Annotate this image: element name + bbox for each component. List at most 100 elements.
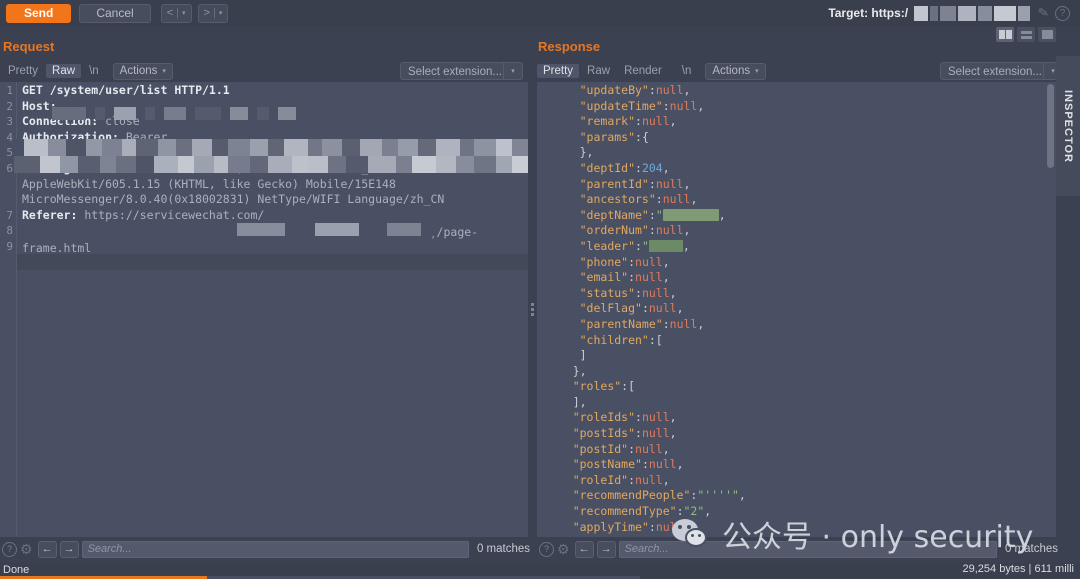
code-token: :{ (635, 129, 649, 144)
status-bar: Done 29,254 bytes | 611 milli (0, 563, 1080, 579)
response-tab-raw[interactable]: Raw (581, 64, 616, 78)
code-token: "roleId" (572, 472, 629, 487)
response-extension-value[interactable]: Select extension... (940, 62, 1043, 80)
code-token: , (682, 238, 690, 253)
request-extension-selector[interactable]: Select extension... ▾ (400, 62, 523, 80)
code-token: : (648, 176, 656, 191)
code-token: "updateTime" (579, 98, 663, 113)
response-tab-newline[interactable]: \n (676, 64, 698, 78)
code-token: , (683, 83, 691, 97)
request-editor[interactable]: 123456789 GET /system/user/list HTTP/1.1… (0, 82, 528, 537)
token-pixelation (14, 139, 528, 173)
response-code-line: "deptId":204, (545, 161, 1056, 177)
edit-target-icon[interactable]: ✎ (1037, 4, 1051, 22)
code-token: , (662, 472, 670, 487)
request-line-number (0, 192, 16, 208)
inspector-panel-tab[interactable]: INSPECTOR (1056, 56, 1080, 196)
response-view-tabs: Pretty Raw Render \n Actions ▾ (537, 62, 766, 80)
code-token: : (648, 519, 656, 534)
status-right-text: 29,254 bytes | 611 milli (962, 563, 1075, 575)
response-code-line: ] (545, 348, 1056, 364)
request-line-number: 7 (6, 208, 13, 222)
response-tab-pretty[interactable]: Pretty (537, 64, 580, 78)
response-editor[interactable]: "updateBy":null, "updateTime":null, "rem… (537, 82, 1056, 537)
code-token: "roleIds" (572, 410, 636, 425)
next-arrow-icon: > (203, 7, 210, 19)
response-code-line: "updateBy":null, (545, 83, 1056, 99)
help-icon[interactable]: ? (539, 541, 554, 557)
code-token: "remark" (579, 114, 636, 129)
panel-splitter[interactable] (528, 82, 537, 537)
response-code-line: "postIds":null, (545, 426, 1056, 442)
code-token: : (676, 504, 684, 519)
code-token: : (662, 316, 670, 331)
code-token: :[ (648, 332, 663, 347)
response-code-line: "phone":null, (545, 255, 1056, 271)
response-scrollbar-thumb[interactable] (1047, 84, 1054, 168)
code-token: "admin" (573, 535, 621, 537)
split-vertical-layout-button[interactable] (996, 27, 1014, 42)
gear-icon[interactable]: ⚙ (557, 541, 570, 558)
response-code-line: "roleId":null, (545, 473, 1056, 489)
help-icon[interactable]: ? (1055, 5, 1070, 21)
request-tab-newline[interactable]: \n (83, 64, 105, 78)
request-extension-caret[interactable]: ▾ (503, 62, 523, 80)
response-code-line: "admin":false (545, 535, 1056, 537)
inspector-label: INSPECTOR (1062, 89, 1074, 163)
send-button[interactable]: Send (6, 3, 72, 23)
response-actions-button[interactable]: Actions ▾ (705, 62, 766, 80)
code-token: : (655, 192, 663, 207)
response-search-input[interactable]: Search... (618, 540, 997, 558)
response-panel-title: Response (538, 39, 601, 54)
request-search-bar: ? ⚙ ← → Search... 0 matches (2, 538, 530, 560)
next-request-button[interactable]: > | ▾ (197, 3, 229, 23)
response-match-count: 0 matches (1004, 543, 1058, 555)
code-token: , (738, 488, 746, 503)
request-code-line: GET /system/user/list HTTP/1.1 (22, 83, 528, 99)
code-token: "status" (579, 285, 636, 300)
request-line-number (0, 177, 16, 193)
response-code-text: "updateBy":null, "updateTime":null, "rem… (545, 83, 1056, 537)
code-token: , (704, 504, 712, 519)
code-token: , (683, 176, 691, 191)
search-next-button[interactable]: → (59, 540, 79, 558)
search-prev-button[interactable]: ← (37, 540, 57, 558)
cancel-button[interactable]: Cancel (79, 3, 151, 23)
two-columns-icon (998, 30, 1012, 39)
request-actions-button[interactable]: Actions ▾ (112, 62, 173, 80)
help-icon[interactable]: ? (2, 541, 17, 557)
code-token: null (635, 254, 663, 269)
leader-redaction (648, 240, 683, 253)
request-view-tabs: Pretty Raw \n Actions ▾ (2, 62, 173, 80)
chevron-down-icon: ▾ (182, 10, 186, 17)
two-rows-icon (1020, 30, 1032, 39)
code-token: "email" (579, 270, 629, 285)
code-token: , (683, 223, 691, 238)
code-token: , (669, 410, 677, 425)
request-search-input[interactable]: Search... (81, 540, 469, 558)
code-token: }, (572, 363, 587, 378)
response-extension-selector[interactable]: Select extension... ▾ (940, 62, 1063, 80)
prev-request-button[interactable]: < | ▾ (160, 3, 192, 23)
code-token: null (648, 457, 677, 472)
split-horizontal-layout-button[interactable] (1017, 27, 1035, 42)
code-token: null (655, 83, 684, 97)
request-extension-value[interactable]: Select extension... (400, 62, 503, 80)
gear-icon[interactable]: ⚙ (20, 541, 33, 558)
response-code-line: "parentName":null, (545, 317, 1056, 333)
response-tab-render[interactable]: Render (618, 64, 668, 78)
single-pane-layout-button[interactable] (1038, 27, 1056, 42)
nav-separator: | (212, 7, 216, 19)
search-prev-button[interactable]: ← (574, 540, 594, 558)
search-next-button[interactable]: → (596, 540, 616, 558)
code-token: : (641, 457, 649, 472)
authorization-token-redaction (14, 139, 528, 173)
request-code-line: Referer: https://servicewechat.com/ (22, 208, 528, 224)
code-token: AppleWebKit/605.1.15 (KHTML, like Gecko)… (22, 176, 396, 191)
request-tab-pretty[interactable]: Pretty (2, 64, 44, 78)
code-token: , (662, 270, 670, 285)
response-code-line: "orderNum":null, (545, 223, 1056, 239)
request-tab-raw[interactable]: Raw (46, 64, 82, 78)
response-code-line: "deptName":", (545, 208, 1056, 224)
code-token: , (662, 254, 670, 269)
